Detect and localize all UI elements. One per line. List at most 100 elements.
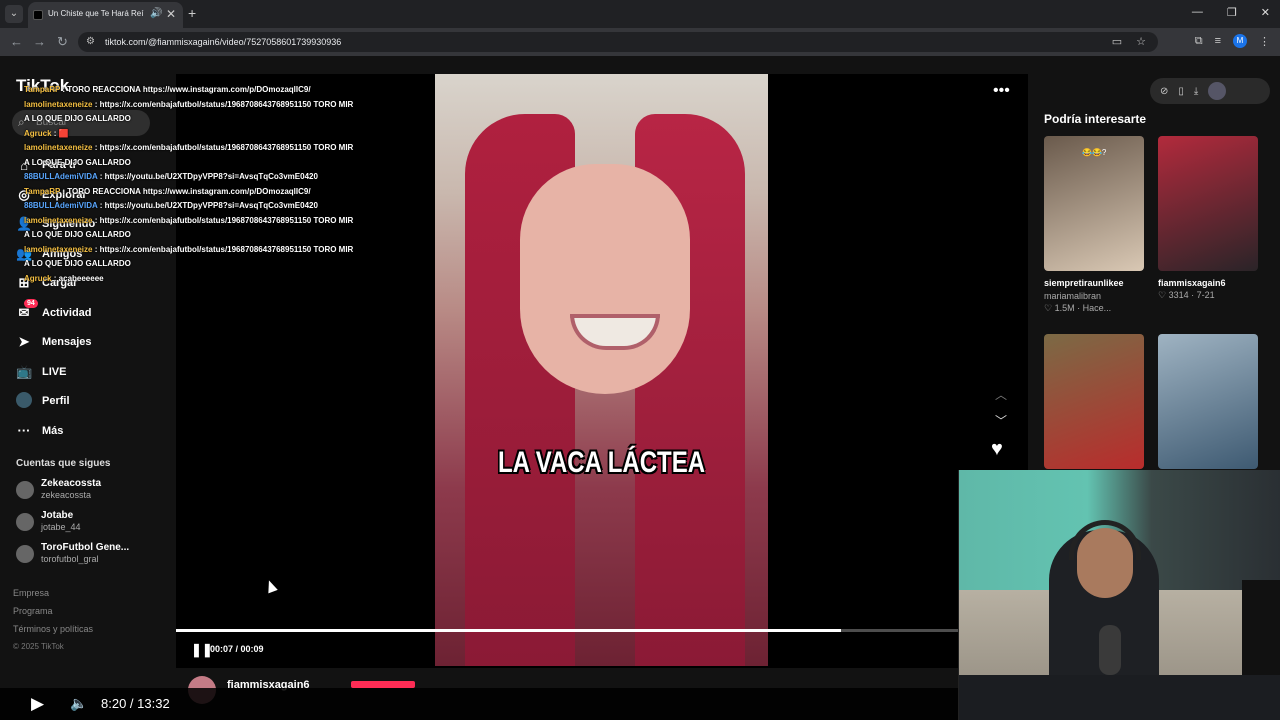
following-item[interactable]: ToroFutbol Gene... torofutbol_gral	[16, 540, 166, 568]
user-avatar[interactable]	[1208, 82, 1227, 100]
site-info-icon[interactable]: ⚙	[86, 36, 95, 47]
footer-link-programa[interactable]: Programa	[13, 606, 93, 624]
extensions-icon[interactable]: ⧉	[1195, 35, 1203, 48]
sidebar-item-live[interactable]: 📺 LIVE	[16, 361, 66, 383]
previous-video-icon[interactable]: ︿	[995, 386, 1007, 403]
sidebar-item-label: Mensajes	[42, 336, 92, 348]
sidebar-item-mensajes[interactable]: ➤ Mensajes	[16, 331, 92, 353]
chat-username: TampaRP	[24, 186, 61, 196]
url-text[interactable]: tiktok.com/@fiammisxagain6/video/7527058…	[105, 37, 341, 47]
following-item[interactable]: Jotabe jotabe_44	[16, 508, 166, 536]
media-control-icon[interactable]: ≡	[1215, 35, 1221, 47]
like-heart-icon[interactable]: ♥	[991, 438, 1003, 461]
more-icon: ···	[17, 423, 31, 438]
follow-button[interactable]	[351, 681, 415, 688]
recommendation-thumbnail[interactable]	[1044, 334, 1144, 469]
forward-icon[interactable]: →	[33, 34, 46, 49]
microphone-icon	[1099, 625, 1121, 675]
avatar	[16, 513, 34, 531]
recommendation-title[interactable]: siempretiraunlikee	[1044, 278, 1154, 288]
following-handle: zekeacossta	[41, 490, 92, 500]
tab-title: Un Chiste que Te Hará Reí	[48, 9, 144, 18]
following-handle: jotabe_44	[41, 522, 81, 532]
device-icon[interactable]: ▯	[1178, 86, 1184, 97]
tab-search-button[interactable]: ⌄	[5, 5, 23, 23]
cast-icon[interactable]: ▭	[1112, 35, 1122, 48]
chat-text: 🟥	[58, 128, 69, 138]
chat-message: lamolinetaxeneize : https://x.com/enbaja…	[24, 141, 354, 170]
chat-username: 88BULLAdemiVIDA	[24, 172, 98, 181]
chat-username: lamolinetaxeneize	[24, 99, 93, 109]
sidebar-item-perfil[interactable]: Perfil	[16, 390, 70, 412]
next-video-icon[interactable]: ﹀	[995, 412, 1007, 429]
browser-tab[interactable]: Un Chiste que Te Hará Reí 🔊 ✕	[28, 2, 183, 28]
inbox-icon: ✉ 94	[16, 298, 38, 321]
new-tab-button[interactable]: +	[188, 5, 196, 21]
chat-separator: :	[92, 215, 100, 225]
sidebar-item-más[interactable]: ··· Más	[16, 420, 64, 442]
kebab-menu-icon[interactable]: ⋮	[1259, 35, 1270, 48]
chat-text: acabeeeeee	[58, 273, 104, 283]
recommendation-stats: 3314 · 7-21	[1168, 290, 1215, 300]
video-tools: ⊘ ▯ ⤓	[1150, 78, 1270, 104]
toolbar-right: ⧉ ≡ M ⋮	[1195, 34, 1270, 48]
avatar	[16, 391, 32, 411]
video-content	[520, 164, 690, 394]
back-icon[interactable]: ←	[10, 34, 23, 49]
browser-tab-bar: ⌄ Un Chiste que Te Hará Reí 🔊 ✕ + — ❐ ✕	[0, 0, 1280, 28]
window-controls: — ❐ ✕	[1192, 6, 1270, 19]
speaker-icon[interactable]: 🔊	[150, 8, 162, 19]
address-bar[interactable]: ⚙ tiktok.com/@fiammisxagain6/video/75270…	[78, 32, 1158, 52]
webcam-content	[959, 675, 1280, 720]
chat-text: TORO REACCIONA https://www.instagram.com…	[67, 186, 311, 196]
chat-username: Agruck	[24, 273, 52, 283]
recommendation-thumbnail[interactable]: 😂😂?	[1044, 136, 1144, 271]
chat-username: 88BULLAdemiVIDA	[24, 201, 98, 210]
sidebar-item-label: Actividad	[42, 306, 92, 319]
minimize-icon[interactable]: —	[1192, 6, 1203, 19]
following-name: ToroFutbol Gene...	[41, 542, 130, 553]
streamer-webcam	[958, 470, 1280, 720]
live-icon: 📺	[16, 363, 33, 379]
send-icon: ➤	[18, 334, 30, 349]
profile-avatar[interactable]: M	[1233, 34, 1247, 48]
recommendation-stats: 1.5M · Hace...	[1054, 303, 1112, 313]
restore-icon[interactable]: ❐	[1227, 6, 1237, 19]
following-name: Jotabe	[41, 510, 74, 521]
footer-link-empresa[interactable]: Empresa	[13, 588, 93, 606]
chat-username: lamolinetaxeneize	[24, 244, 93, 254]
footer-link-terminos[interactable]: Términos y políticas	[13, 624, 93, 642]
bookmark-star-icon[interactable]: ☆	[1136, 35, 1146, 48]
heart-icon: ♡	[1044, 303, 1055, 313]
following-item[interactable]: Zekeacossta zekeacossta	[16, 476, 166, 504]
stream-chat-overlay: TampaRP : TORO REACCIONA https://www.ins…	[24, 83, 354, 286]
chat-message: lamolinetaxeneize : https://x.com/enbaja…	[24, 243, 354, 272]
chat-text: TORO REACCIONA https://www.instagram.com…	[67, 85, 311, 94]
recommendation-thumbnail[interactable]	[1158, 334, 1258, 469]
recommendation-thumbnail[interactable]	[1158, 136, 1258, 271]
recommendation-author[interactable]: mariamalibran	[1044, 291, 1154, 301]
video-time: 00:07 / 00:09	[210, 644, 264, 654]
volume-icon[interactable]: 🔈	[70, 695, 87, 712]
chat-separator: :	[51, 128, 59, 138]
video-frame[interactable]: LA VACA LÁCTEA	[435, 74, 768, 666]
chat-separator: :	[92, 99, 100, 109]
reload-icon[interactable]: ↻	[57, 34, 68, 50]
close-tab-icon[interactable]: ✕	[166, 7, 176, 21]
sidebar-item-actividad[interactable]: ✉ 94 Actividad	[16, 298, 92, 324]
chat-message: lamolinetaxeneize : https://x.com/enbaja…	[24, 98, 354, 127]
close-window-icon[interactable]: ✕	[1261, 6, 1270, 19]
more-options-icon[interactable]: •••	[993, 82, 1010, 100]
chat-separator: :	[92, 244, 100, 254]
download-icon[interactable]: ⤓	[1194, 86, 1198, 97]
rotate-icon[interactable]: ⊘	[1160, 86, 1168, 97]
avatar	[16, 481, 34, 499]
chat-message: 88BULLAdemiVIDA : https://youtu.be/U2XTD…	[24, 170, 354, 185]
copyright: © 2025 TikTok	[13, 642, 64, 651]
play-icon[interactable]: ▶	[31, 694, 44, 714]
video-progress-bar[interactable]	[176, 629, 1028, 632]
chat-separator: :	[51, 273, 59, 283]
chat-message: Agruck : acabeeeeee	[24, 272, 354, 287]
chat-message: Agruck : 🟥	[24, 127, 354, 142]
recommendation-title[interactable]: fiammisxagain6	[1158, 278, 1268, 288]
